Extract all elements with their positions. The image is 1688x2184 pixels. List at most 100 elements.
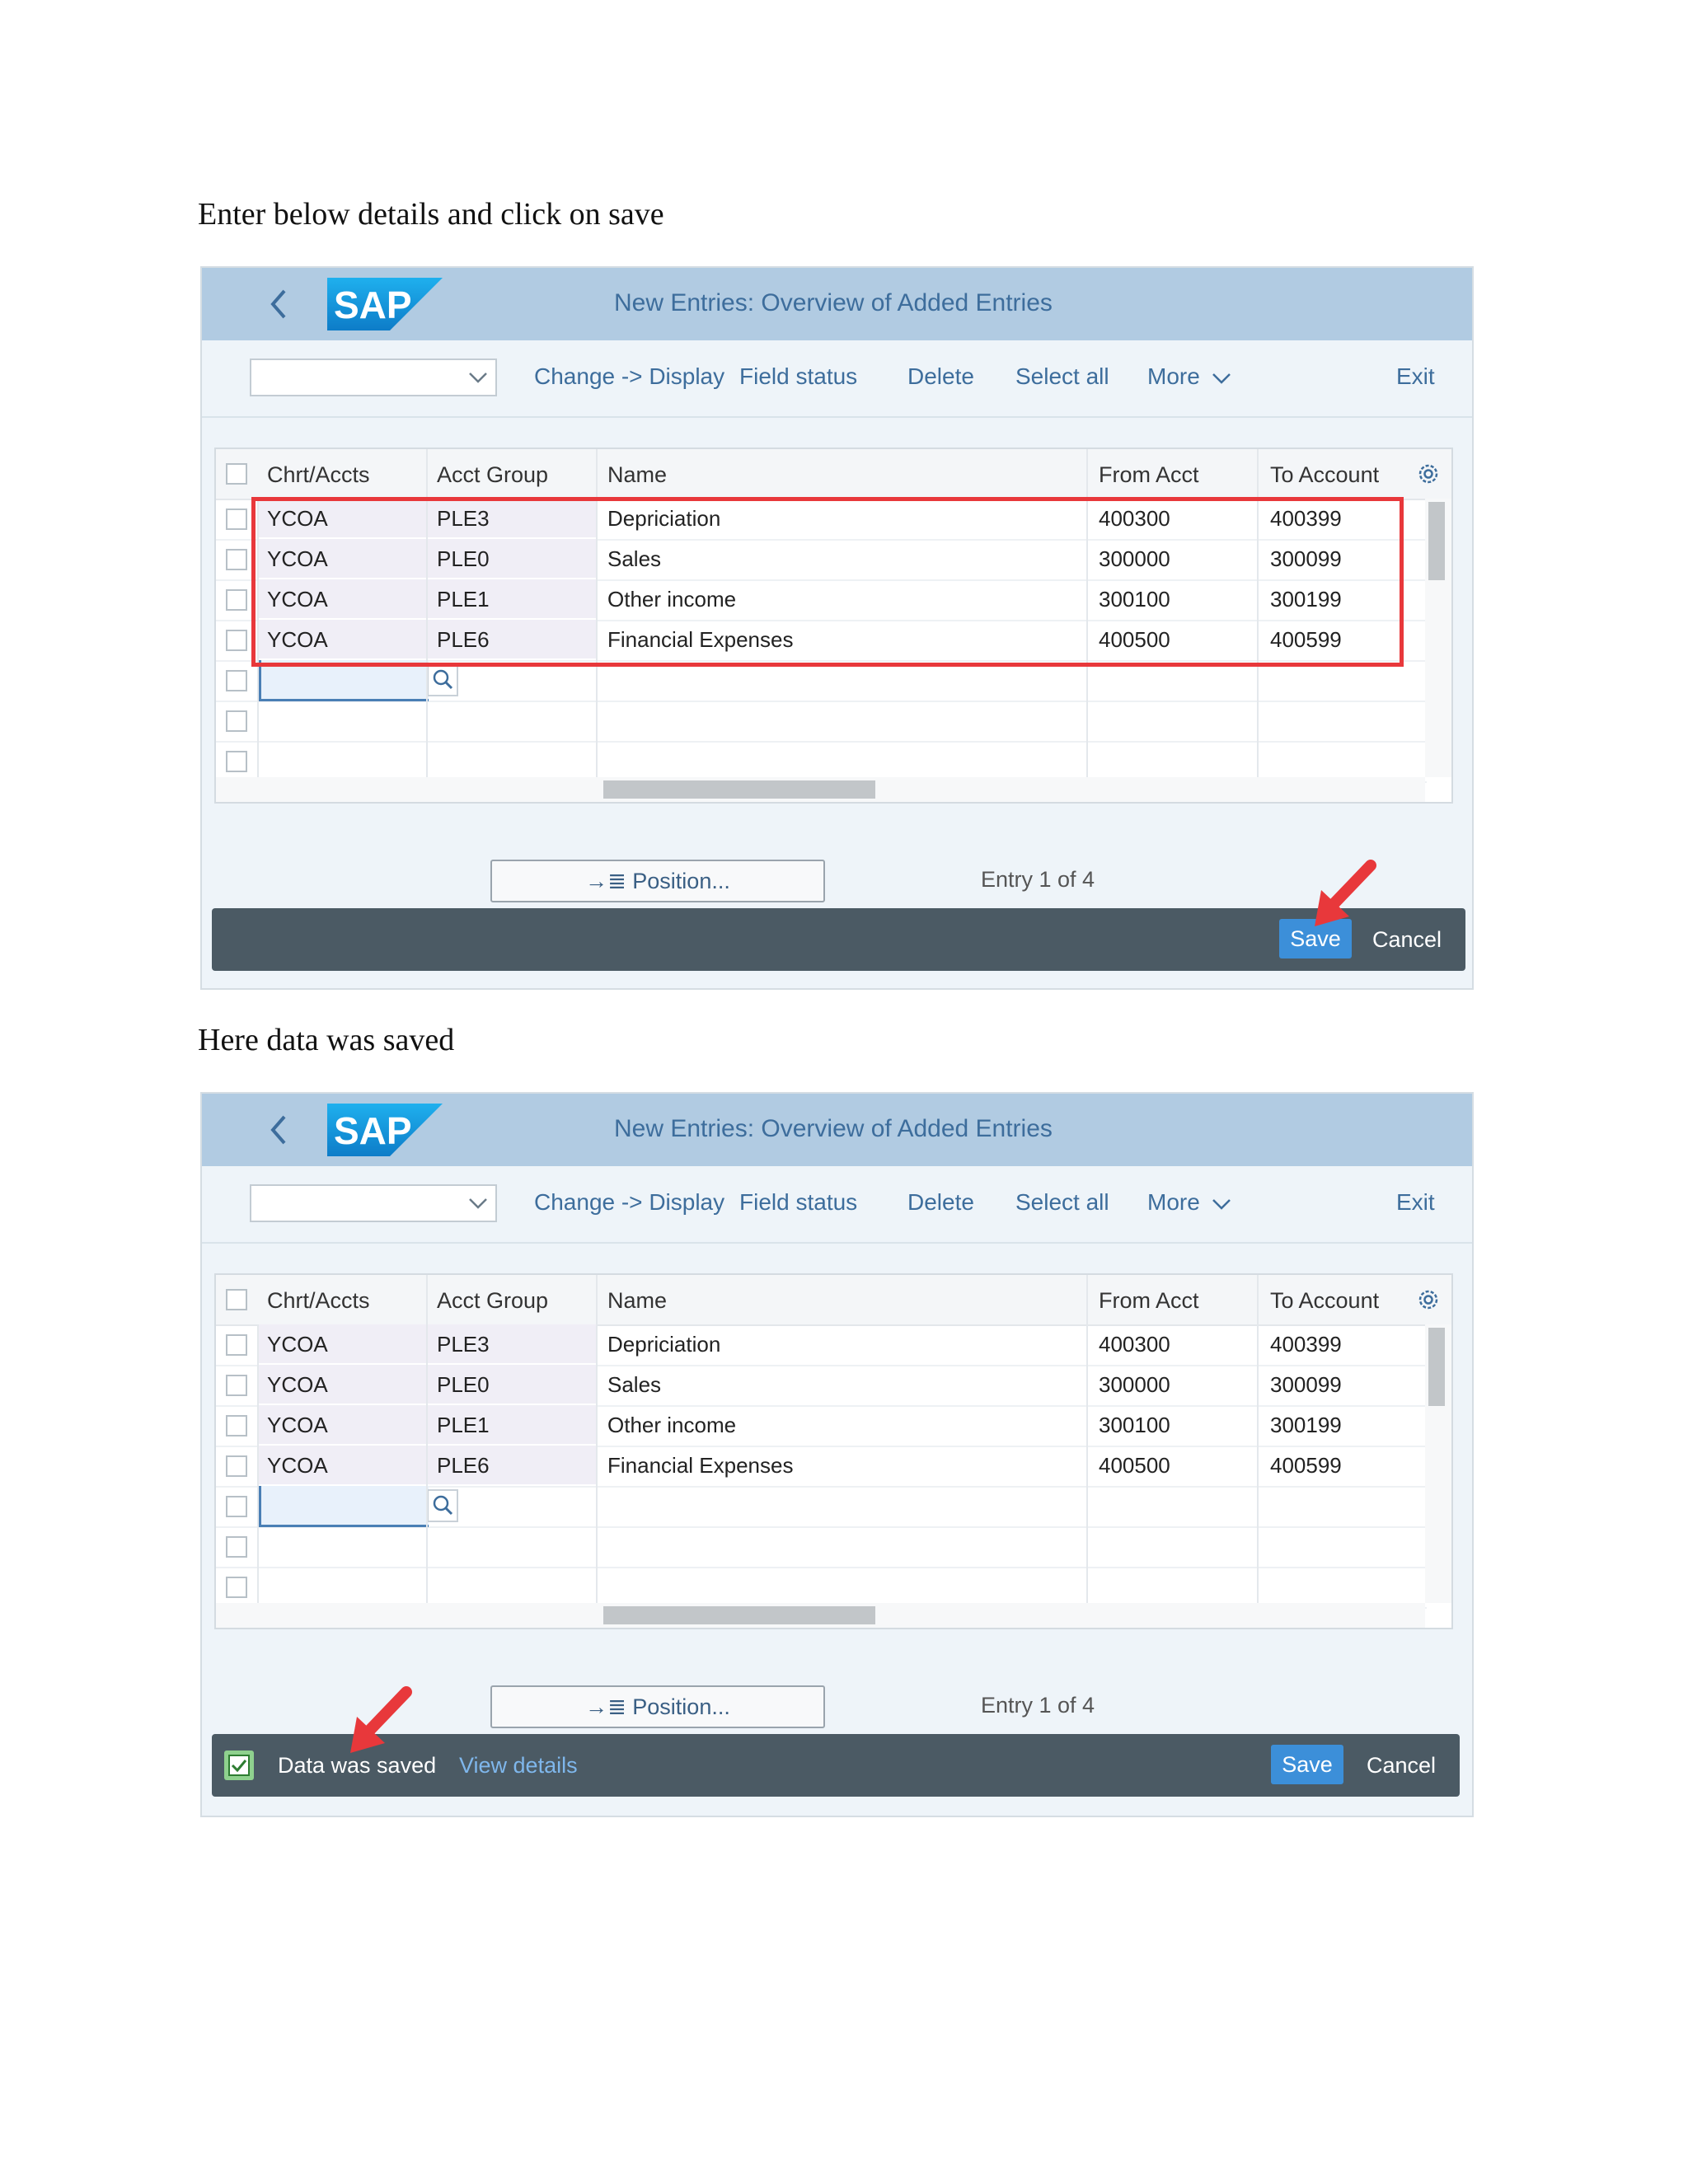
- table-row[interactable]: YCOA PLE1 Other income 300100 300199: [216, 1405, 1427, 1447]
- select-all-button[interactable]: Select all: [1015, 1189, 1109, 1216]
- table-row[interactable]: [216, 701, 1427, 743]
- from-acct-cell[interactable]: 300000: [1099, 1365, 1170, 1405]
- header-name[interactable]: Name: [607, 1288, 667, 1314]
- more-button[interactable]: More: [1147, 363, 1231, 390]
- header-to-account[interactable]: To Account: [1270, 1288, 1379, 1314]
- name-cell[interactable]: Other income: [607, 1405, 736, 1446]
- header-from-acct[interactable]: From Acct: [1099, 1288, 1199, 1314]
- acct-group-cell[interactable]: PLE6: [437, 1446, 490, 1486]
- row-checkbox[interactable]: [226, 1496, 247, 1517]
- to-account-cell[interactable]: 300199: [1270, 579, 1342, 620]
- delete-button[interactable]: Delete: [907, 1189, 974, 1216]
- table-row[interactable]: [216, 1486, 1427, 1528]
- to-account-cell[interactable]: 300199: [1270, 1405, 1342, 1446]
- table-row[interactable]: YCOA PLE3 Depriciation 400300 400399: [216, 499, 1427, 541]
- position-button[interactable]: →≣ Position...: [490, 1685, 825, 1728]
- table-row[interactable]: [216, 660, 1427, 702]
- from-acct-cell[interactable]: 300100: [1099, 579, 1170, 620]
- header-to-account[interactable]: To Account: [1270, 462, 1379, 488]
- change-display-button[interactable]: Change -> Display: [534, 1189, 724, 1216]
- to-account-cell[interactable]: 300099: [1270, 539, 1342, 579]
- select-all-checkbox[interactable]: [226, 1289, 247, 1310]
- name-cell[interactable]: Other income: [607, 579, 736, 620]
- table-row[interactable]: [216, 1526, 1427, 1568]
- acct-group-cell[interactable]: PLE1: [437, 1405, 490, 1446]
- acct-group-cell[interactable]: PLE3: [437, 1324, 490, 1365]
- back-arrow-icon[interactable]: [266, 286, 291, 322]
- acct-group-cell[interactable]: PLE0: [437, 539, 490, 579]
- row-checkbox[interactable]: [226, 1536, 247, 1558]
- horizontal-scrollbar[interactable]: [603, 1606, 875, 1624]
- cancel-button[interactable]: Cancel: [1372, 927, 1442, 953]
- more-button[interactable]: More: [1147, 1189, 1231, 1216]
- new-entry-input[interactable]: [259, 660, 429, 701]
- select-all-checkbox[interactable]: [226, 463, 247, 485]
- row-checkbox[interactable]: [226, 710, 247, 732]
- chart-of-accounts-cell[interactable]: YCOA: [267, 499, 328, 539]
- variant-dropdown[interactable]: [250, 1184, 497, 1222]
- chart-of-accounts-cell[interactable]: YCOA: [267, 1446, 328, 1486]
- table-row[interactable]: YCOA PLE6 Financial Expenses 400500 400599: [216, 620, 1427, 662]
- chart-of-accounts-cell[interactable]: YCOA: [267, 539, 328, 579]
- from-acct-cell[interactable]: 400300: [1099, 1324, 1170, 1365]
- exit-button[interactable]: Exit: [1396, 1189, 1435, 1216]
- row-checkbox[interactable]: [226, 549, 247, 570]
- table-row[interactable]: YCOA PLE1 Other income 300100 300199: [216, 579, 1427, 621]
- vertical-scrollbar[interactable]: [1428, 1328, 1445, 1406]
- from-acct-cell[interactable]: 400500: [1099, 620, 1170, 660]
- chart-of-accounts-cell[interactable]: YCOA: [267, 620, 328, 660]
- chart-of-accounts-cell[interactable]: YCOA: [267, 579, 328, 620]
- row-checkbox[interactable]: [226, 630, 247, 651]
- field-status-button[interactable]: Field status: [739, 1189, 857, 1216]
- name-cell[interactable]: Financial Expenses: [607, 1446, 793, 1486]
- acct-group-cell[interactable]: PLE3: [437, 499, 490, 539]
- name-cell[interactable]: Sales: [607, 539, 661, 579]
- position-button[interactable]: →≣ Position...: [490, 860, 825, 902]
- chart-of-accounts-cell[interactable]: YCOA: [267, 1324, 328, 1365]
- to-account-cell[interactable]: 400599: [1270, 1446, 1342, 1486]
- chart-of-accounts-cell[interactable]: YCOA: [267, 1365, 328, 1405]
- value-help-search-icon[interactable]: [427, 663, 458, 696]
- field-status-button[interactable]: Field status: [739, 363, 857, 390]
- header-name[interactable]: Name: [607, 462, 667, 488]
- delete-button[interactable]: Delete: [907, 363, 974, 390]
- exit-button[interactable]: Exit: [1396, 363, 1435, 390]
- table-row[interactable]: YCOA PLE6 Financial Expenses 400500 400599: [216, 1446, 1427, 1488]
- table-row[interactable]: YCOA PLE0 Sales 300000 300099: [216, 1365, 1427, 1407]
- name-cell[interactable]: Financial Expenses: [607, 620, 793, 660]
- table-row[interactable]: YCOA PLE3 Depriciation 400300 400399: [216, 1324, 1427, 1366]
- header-chart-of-accounts[interactable]: Chrt/Accts: [267, 462, 370, 488]
- vertical-scrollbar[interactable]: [1428, 502, 1445, 580]
- row-checkbox[interactable]: [226, 1577, 247, 1598]
- from-acct-cell[interactable]: 300000: [1099, 539, 1170, 579]
- gear-icon[interactable]: [1415, 461, 1442, 487]
- value-help-search-icon[interactable]: [427, 1489, 458, 1522]
- row-checkbox[interactable]: [226, 1334, 247, 1356]
- gear-icon[interactable]: [1415, 1286, 1442, 1313]
- name-cell[interactable]: Depriciation: [607, 1324, 720, 1365]
- row-checkbox[interactable]: [226, 589, 247, 611]
- header-acct-group[interactable]: Acct Group: [437, 1288, 548, 1314]
- row-checkbox[interactable]: [226, 1415, 247, 1436]
- save-button[interactable]: Save: [1271, 1745, 1343, 1784]
- to-account-cell[interactable]: 400599: [1270, 620, 1342, 660]
- row-checkbox[interactable]: [226, 1455, 247, 1477]
- to-account-cell[interactable]: 400399: [1270, 499, 1342, 539]
- table-row[interactable]: YCOA PLE0 Sales 300000 300099: [216, 539, 1427, 581]
- to-account-cell[interactable]: 400399: [1270, 1324, 1342, 1365]
- view-details-link[interactable]: View details: [459, 1753, 578, 1779]
- header-from-acct[interactable]: From Acct: [1099, 462, 1199, 488]
- to-account-cell[interactable]: 300099: [1270, 1365, 1342, 1405]
- from-acct-cell[interactable]: 400300: [1099, 499, 1170, 539]
- row-checkbox[interactable]: [226, 1375, 247, 1396]
- back-arrow-icon[interactable]: [266, 1112, 291, 1148]
- from-acct-cell[interactable]: 400500: [1099, 1446, 1170, 1486]
- name-cell[interactable]: Depriciation: [607, 499, 720, 539]
- name-cell[interactable]: Sales: [607, 1365, 661, 1405]
- select-all-button[interactable]: Select all: [1015, 363, 1109, 390]
- row-checkbox[interactable]: [226, 509, 247, 530]
- row-checkbox[interactable]: [226, 751, 247, 772]
- acct-group-cell[interactable]: PLE6: [437, 620, 490, 660]
- row-checkbox[interactable]: [226, 670, 247, 691]
- new-entry-input[interactable]: [259, 1486, 429, 1527]
